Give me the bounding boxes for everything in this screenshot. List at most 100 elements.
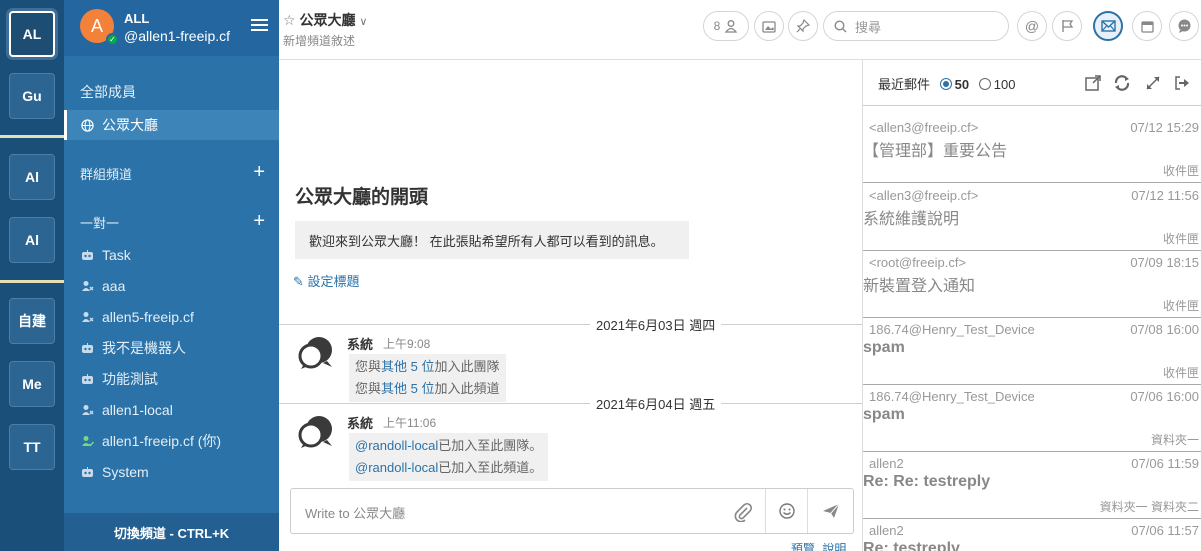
radio-50-label[interactable]: 50 (955, 77, 969, 92)
mail-item[interactable]: <allen3@freeip.cf> 07/12 11:56 系統維護說明 收件… (863, 184, 1201, 251)
team-button-me[interactable]: Me (9, 361, 55, 407)
post-list: 公眾大廳的開頭 歡迎來到公眾大廳！ 在此張貼希望所有人都可以看到的訊息。 ✎ 設… (279, 60, 862, 551)
sidebar-item-dm[interactable]: aaa (64, 271, 279, 301)
team-button-zijian[interactable]: 自建 (9, 298, 55, 344)
mail-subject[interactable]: 新裝置登入通知 (863, 272, 975, 296)
system-post[interactable]: 系統 上午11:06 @randoll-local已加入至此團隊。 @rando… (279, 404, 862, 484)
system-post[interactable]: 系統 上午9:08 您與其他 5 位加入此團隊 您與其他 5 位加入此頻道 (279, 325, 862, 403)
send-button[interactable] (807, 489, 853, 533)
mail-item[interactable]: <allen3@freeip.cf> 07/12 15:29 【管理部】重要公告… (863, 116, 1201, 183)
mail-subject[interactable]: spam (863, 406, 905, 424)
sidebar-item-dm[interactable]: 我不是機器人 (64, 333, 279, 363)
team-button-al-3[interactable]: Al (9, 217, 55, 263)
mail-item[interactable]: <root@freeip.cf> 07/09 18:15 新裝置登入通知 收件匣 (863, 251, 1201, 318)
chat-bubble-icon (1178, 19, 1190, 33)
channel-purpose[interactable]: 新增頻道敘述 (283, 32, 355, 49)
channel-title[interactable]: ☆ 公眾大廳 ∨ (283, 10, 367, 30)
radio-50[interactable] (939, 78, 952, 90)
sidebar-item-all-members[interactable]: 全部成員 (64, 77, 279, 107)
flag-icon (1061, 20, 1073, 32)
team-button-al[interactable]: AL (9, 11, 55, 57)
post-time[interactable]: 上午9:08 (383, 335, 430, 352)
sidebar-item-dm-self[interactable]: allen1-freeip.cf (你) (64, 426, 279, 456)
mail-subject[interactable]: 【管理部】重要公告 (863, 137, 1007, 161)
help-link[interactable]: 說明 (822, 542, 846, 551)
switch-channel-button[interactable]: 切換頻道 - CTRL+K (64, 513, 279, 551)
recent-mail-header: 最近郵件 50 100 (863, 60, 1201, 106)
mail-item[interactable]: allen2 07/06 11:57 Re: testreply (863, 519, 1201, 551)
set-header-button[interactable]: ✎ 設定標題 (293, 271, 360, 290)
mail-button[interactable] (1093, 11, 1123, 41)
bot-icon (80, 372, 94, 386)
message-input[interactable]: Write to 公眾大廳 (305, 503, 405, 522)
sidebar-item-town-square[interactable]: 公眾大廳 (64, 110, 279, 140)
attachment-icon[interactable] (733, 502, 753, 522)
bot-icon (80, 465, 94, 479)
channel-intro-title: 公眾大廳的開頭 (295, 187, 429, 208)
mail-sender: <root@freeip.cf> (869, 255, 967, 270)
member-count: 8 (713, 19, 721, 33)
chevron-down-icon[interactable]: ∨ (359, 16, 367, 28)
radio-100[interactable] (978, 78, 991, 90)
mail-subject[interactable]: spam (863, 339, 905, 357)
team-button-al-2[interactable]: Al (9, 154, 55, 200)
mail-date: 07/08 16:00 (1130, 322, 1199, 337)
emoji-button[interactable] (765, 489, 807, 533)
search-icon (834, 19, 847, 32)
channel-intro-text: 歡迎來到公眾大廳！ 在此張貼希望所有人都可以看到的訊息。 (295, 221, 689, 259)
post-author[interactable]: 系統 (347, 413, 373, 432)
radio-100-label[interactable]: 100 (994, 77, 1016, 92)
mail-sender: 186.74@Henry_Test_Device (869, 322, 1035, 337)
member-icon (725, 20, 738, 33)
other-members-link[interactable]: 其他 5 位 (381, 359, 434, 374)
pinned-messages-button[interactable] (788, 11, 818, 41)
team-button-tt[interactable]: TT (9, 424, 55, 470)
post-author[interactable]: 系統 (347, 334, 373, 353)
mail-subject[interactable]: Re: Re: testreply (863, 473, 990, 491)
emoji-icon (778, 503, 795, 519)
channel-files-button[interactable] (754, 11, 784, 41)
sidebar-item-dm[interactable]: allen5-freeip.cf (64, 302, 279, 332)
message-composer[interactable]: Write to 公眾大廳 (290, 488, 854, 534)
calendar-button[interactable] (1132, 11, 1162, 41)
message-text: 已加入至此團隊。 (438, 438, 543, 453)
sidebar-item-dm[interactable]: allen1-local (64, 395, 279, 425)
refresh-icon[interactable] (1113, 74, 1131, 92)
mail-item[interactable]: allen2 07/06 11:59 Re: Re: testreply 資料夾… (863, 452, 1201, 519)
section-group-channels: 群組頻道 (80, 167, 133, 182)
sidebar-item-dm[interactable]: System (64, 457, 279, 487)
member-count-button[interactable]: 8 (703, 11, 749, 41)
search-input[interactable]: 搜尋 (823, 11, 1009, 41)
preview-link[interactable]: 預覽 (791, 542, 815, 551)
add-channel-icon[interactable]: + (253, 162, 265, 182)
mail-folder: 收件匣 (1162, 232, 1199, 246)
mail-date: 07/06 11:57 (1131, 523, 1199, 538)
team-button-gu[interactable]: Gu (9, 73, 55, 119)
mail-subject[interactable]: Re: testreply (863, 540, 960, 551)
flagged-button[interactable] (1052, 11, 1082, 41)
at-icon: @ (1024, 18, 1040, 34)
add-dm-icon[interactable]: + (253, 211, 265, 231)
user-mention-link[interactable]: @randoll-local (355, 460, 438, 475)
star-icon[interactable]: ☆ (283, 12, 296, 28)
mail-item[interactable]: 186.74@Henry_Test_Device 07/06 16:00 spa… (863, 385, 1201, 452)
post-time[interactable]: 上午11:06 (383, 414, 436, 431)
system-avatar-icon (298, 337, 332, 369)
user-name: @allen1-freeip.cf (124, 28, 231, 44)
expand-icon[interactable] (1144, 74, 1162, 92)
mentions-button[interactable]: @ (1017, 11, 1047, 41)
external-link-icon[interactable] (1084, 74, 1102, 92)
sidebar-item-label: allen1-local (102, 402, 173, 418)
sidebar-item-dm[interactable]: Task (64, 240, 279, 270)
sidebar-item-dm[interactable]: 功能測試 (64, 364, 279, 394)
logout-icon[interactable] (1173, 74, 1191, 92)
sidebar-item-label: 公眾大廳 (102, 117, 158, 133)
sidebar-header[interactable]: A ✓ ALL @allen1-freeip.cf (64, 0, 279, 56)
mail-item[interactable]: 186.74@Henry_Test_Device 07/08 16:00 spa… (863, 318, 1201, 385)
mail-subject[interactable]: 系統維護說明 (863, 205, 959, 229)
hamburger-menu-icon[interactable] (251, 19, 268, 32)
chat-plugin-button[interactable] (1169, 11, 1199, 41)
user-mention-link[interactable]: @randoll-local (355, 438, 438, 453)
sidebar-item-label: 功能測試 (102, 371, 158, 387)
search-placeholder: 搜尋 (855, 19, 882, 35)
